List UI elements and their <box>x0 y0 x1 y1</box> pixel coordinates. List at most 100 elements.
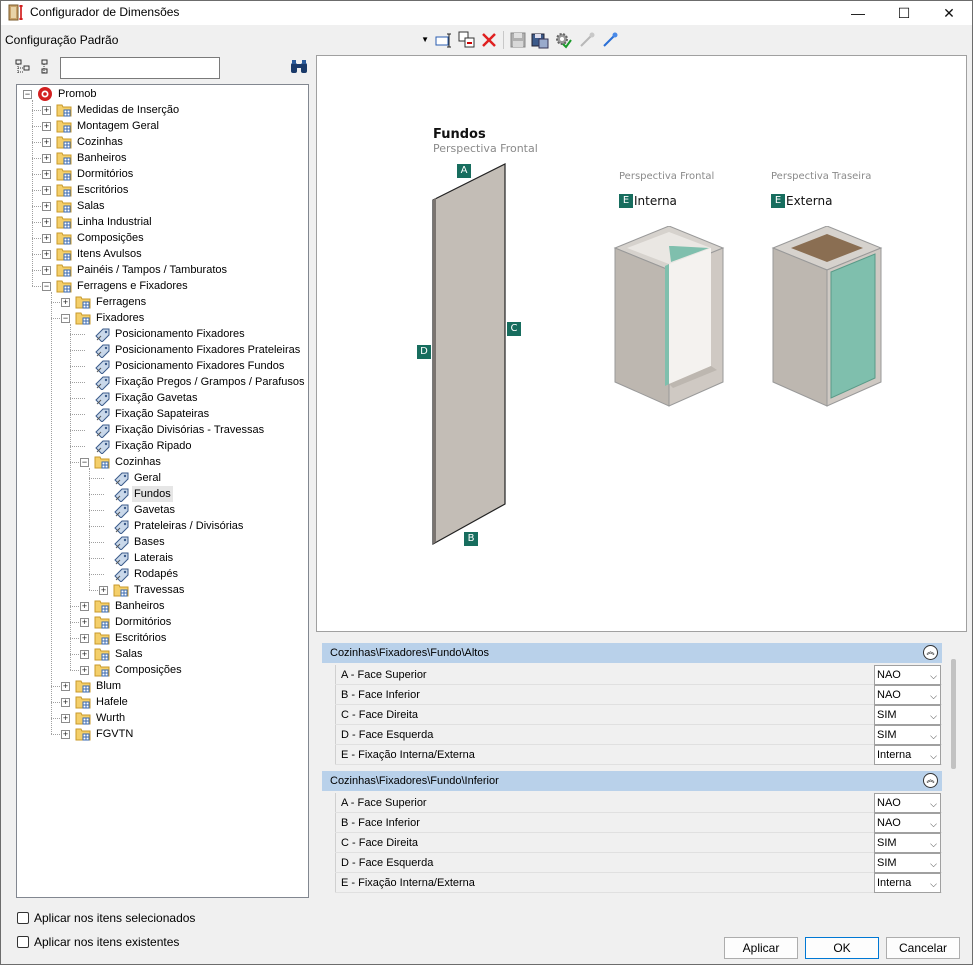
apply-existing-checkbox[interactable]: Aplicar nos itens existentes <box>17 935 179 949</box>
property-value-select[interactable]: NAO ⌵ <box>874 665 941 685</box>
tree-item[interactable]: + FGVTN <box>17 726 308 742</box>
delete-config-icon[interactable] <box>480 31 498 49</box>
property-value-select[interactable]: Interna ⌵ <box>874 745 941 765</box>
property-value-select[interactable]: NAO ⌵ <box>874 685 941 705</box>
import-icon[interactable] <box>578 31 596 49</box>
expand-icon[interactable]: + <box>80 602 89 611</box>
apply-button[interactable]: Aplicar <box>724 937 798 959</box>
tree-item[interactable]: + Dormitórios <box>17 614 308 630</box>
tree-item[interactable]: − Cozinhas <box>17 454 308 470</box>
tree-item[interactable]: + Salas <box>17 198 308 214</box>
expand-icon[interactable]: + <box>42 202 51 211</box>
tree-item[interactable]: Prateleiras / Divisórias <box>17 518 308 534</box>
tree-item[interactable]: Fixação Pregos / Grampos / Parafusos <box>17 374 308 390</box>
tree-item[interactable]: Fixação Sapateiras <box>17 406 308 422</box>
expand-icon[interactable]: + <box>61 698 70 707</box>
expand-icon[interactable]: + <box>80 618 89 627</box>
property-value-select[interactable]: SIM ⌵ <box>874 833 941 853</box>
tree-item[interactable]: Rodapés <box>17 566 308 582</box>
expand-icon[interactable]: + <box>80 634 89 643</box>
property-value-select[interactable]: NAO ⌵ <box>874 793 941 813</box>
expand-icon[interactable]: + <box>42 122 51 131</box>
tree-item[interactable]: + Montagem Geral <box>17 118 308 134</box>
tree-item[interactable]: + Travessas <box>17 582 308 598</box>
ok-button[interactable]: OK <box>805 937 879 959</box>
tree-item[interactable]: + Escritórios <box>17 630 308 646</box>
tree-item[interactable]: + Blum <box>17 678 308 694</box>
apply-selected-checkbox[interactable]: Aplicar nos itens selecionados <box>17 911 195 925</box>
tree-item[interactable]: + Painéis / Tampos / Tamburatos <box>17 262 308 278</box>
expand-icon[interactable]: + <box>80 650 89 659</box>
tree-item[interactable]: Geral <box>17 470 308 486</box>
tree-item[interactable]: + Dormitórios <box>17 166 308 182</box>
tree-item[interactable]: Fixação Gavetas <box>17 390 308 406</box>
property-group-header[interactable]: Cozinhas\Fixadores\Fundo\Inferior ︽ <box>322 771 942 791</box>
property-value-select[interactable]: SIM ⌵ <box>874 853 941 873</box>
expand-icon[interactable]: + <box>61 714 70 723</box>
tree-item[interactable]: + Banheiros <box>17 150 308 166</box>
tree-item[interactable]: Fixação Ripado <box>17 438 308 454</box>
expand-icon[interactable]: + <box>99 586 108 595</box>
checkbox-box[interactable] <box>17 936 29 948</box>
save-as-icon[interactable] <box>531 31 549 49</box>
cancel-button[interactable]: Cancelar <box>886 937 960 959</box>
collapse-icon[interactable]: − <box>61 314 70 323</box>
property-value-select[interactable]: NAO ⌵ <box>874 813 941 833</box>
property-value-select[interactable]: Interna ⌵ <box>874 873 941 893</box>
expand-icon[interactable]: + <box>61 298 70 307</box>
settings-check-icon[interactable] <box>554 31 572 49</box>
collapse-group-icon[interactable]: ︽ <box>923 645 938 660</box>
tree-item[interactable]: + Hafele <box>17 694 308 710</box>
tree-item[interactable]: + Linha Industrial <box>17 214 308 230</box>
tree-item[interactable]: + Ferragens <box>17 294 308 310</box>
expand-icon[interactable]: + <box>61 682 70 691</box>
rename-config-icon[interactable] <box>435 31 453 49</box>
copy-config-icon[interactable] <box>458 31 476 49</box>
close-button[interactable]: ✕ <box>926 1 972 25</box>
collapse-icon[interactable]: − <box>80 458 89 467</box>
binoculars-icon[interactable] <box>290 59 308 75</box>
tree-item[interactable]: Bases <box>17 534 308 550</box>
collapse-icon[interactable]: − <box>23 90 32 99</box>
tree-item[interactable]: Gavetas <box>17 502 308 518</box>
tree-item[interactable]: + Banheiros <box>17 598 308 614</box>
tree-item[interactable]: Posicionamento Fixadores Prateleiras <box>17 342 308 358</box>
tree-item[interactable]: Posicionamento Fixadores Fundos <box>17 358 308 374</box>
property-value-select[interactable]: SIM ⌵ <box>874 725 941 745</box>
tree-item[interactable]: + Escritórios <box>17 182 308 198</box>
expand-icon[interactable]: + <box>42 138 51 147</box>
tree-item[interactable]: Fundos <box>17 486 308 502</box>
collapse-group-icon[interactable]: ︽ <box>923 773 938 788</box>
tree-item[interactable]: − Ferragens e Fixadores <box>17 278 308 294</box>
property-group-header[interactable]: Cozinhas\Fixadores\Fundo\Altos ︽ <box>322 643 942 663</box>
expand-icon[interactable]: + <box>42 170 51 179</box>
expand-icon[interactable]: + <box>42 186 51 195</box>
save-icon[interactable] <box>509 31 527 49</box>
expand-icon[interactable]: + <box>42 250 51 259</box>
tree-item[interactable]: Posicionamento Fixadores <box>17 326 308 342</box>
category-tree[interactable]: − Promob + Medidas de Inserção + Montagem Ger… <box>16 84 309 898</box>
expand-icon[interactable]: + <box>42 218 51 227</box>
minimize-button[interactable]: — <box>835 1 881 25</box>
tree-item[interactable]: + Wurth <box>17 710 308 726</box>
expand-icon[interactable]: + <box>42 106 51 115</box>
tree-item[interactable]: + Medidas de Inserção <box>17 102 308 118</box>
collapse-icon[interactable]: − <box>42 282 51 291</box>
export-icon[interactable] <box>601 31 619 49</box>
tree-item[interactable]: + Cozinhas <box>17 134 308 150</box>
tree-item[interactable]: Fixação Divisórias - Travessas <box>17 422 308 438</box>
tree-item[interactable]: − Promob <box>17 86 308 102</box>
property-scrollbar[interactable] <box>951 659 956 769</box>
configuration-select[interactable]: Configuração Padrão ▼ <box>3 30 431 50</box>
collapse-tree-icon[interactable] <box>39 59 51 75</box>
expand-icon[interactable]: + <box>61 730 70 739</box>
maximize-button[interactable]: ☐ <box>881 1 927 25</box>
expand-tree-icon[interactable] <box>15 59 31 75</box>
tree-item[interactable]: + Composições <box>17 662 308 678</box>
tree-item[interactable]: − Fixadores <box>17 310 308 326</box>
tree-search-input[interactable] <box>60 57 220 79</box>
tree-item[interactable]: Laterais <box>17 550 308 566</box>
checkbox-box[interactable] <box>17 912 29 924</box>
expand-icon[interactable]: + <box>80 666 89 675</box>
tree-item[interactable]: + Salas <box>17 646 308 662</box>
